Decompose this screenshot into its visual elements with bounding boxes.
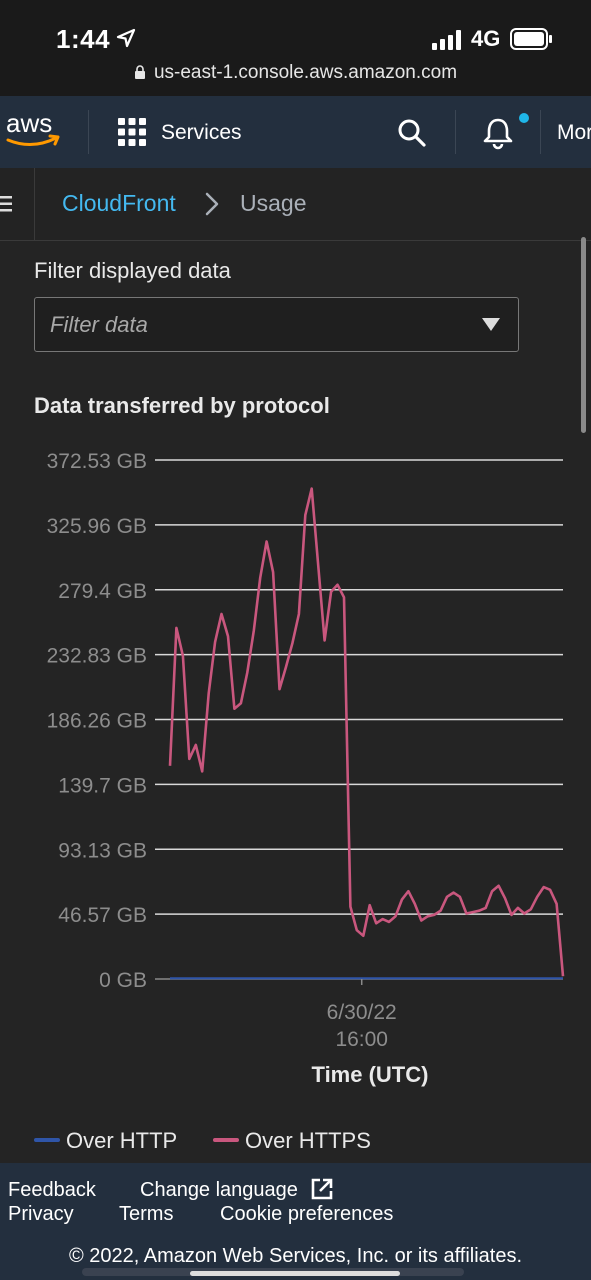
filter-data-select[interactable]: Filter data [34,297,519,352]
chevron-right-icon [205,192,219,216]
home-indicator[interactable] [190,1271,400,1276]
services-grid-icon[interactable] [118,118,146,146]
nav-divider [540,110,541,154]
data-transfer-chart: 372.53 GB 325.96 GB 279.4 GB 232.83 GB 186.2… [47,450,565,1087]
legend-http-label[interactable]: Over HTTP [66,1128,177,1154]
location-arrow-icon [116,28,136,48]
x-axis-label: Time (UTC) [312,1062,429,1087]
notifications-bell-icon[interactable] [482,116,514,150]
breadcrumb-current-page: Usage [240,190,307,216]
nav-divider [455,110,456,154]
footer-cookie-preferences-link[interactable]: Cookie preferences [220,1203,393,1226]
more-menu-button[interactable]: More [557,121,591,145]
y-tick-label: 279.4 GB [58,580,147,603]
services-menu-button[interactable]: Services [161,121,242,145]
legend-http-swatch [34,1138,60,1142]
y-tick-label: 186.26 GB [47,710,147,733]
notification-dot [519,113,529,123]
url-bar[interactable]: us-east-1.console.aws.amazon.com [0,62,591,84]
y-tick-label: 325.96 GB [47,515,147,538]
footer-terms-link[interactable]: Terms [119,1203,173,1226]
footer-privacy-link[interactable]: Privacy [8,1203,74,1226]
y-tick-label: 372.53 GB [47,450,147,473]
lock-icon [134,65,145,79]
aws-logo[interactable]: aws [4,110,64,150]
chart-title: Data transferred by protocol [34,393,330,418]
legend-https-swatch [213,1138,239,1142]
footer-feedback-link[interactable]: Feedback [8,1179,96,1202]
y-tick-label: 139.7 GB [58,774,147,797]
copyright-text: © 2022, Amazon Web Services, Inc. or its… [68,1245,523,1267]
menu-hamburger-icon[interactable] [0,195,12,213]
y-tick-label: 93.13 GB [58,839,147,862]
y-tick-label: 0 GB [99,969,147,992]
y-tick-label: 46.57 GB [58,904,147,927]
external-link-icon [311,1178,333,1200]
filter-placeholder: Filter data [50,312,148,337]
legend-https-label[interactable]: Over HTTPS [245,1128,371,1154]
cellular-signal-icon [432,30,461,50]
y-tick-label: 232.83 GB [47,645,147,668]
network-type: 4G [471,26,501,51]
page-scrollbar[interactable] [581,237,586,433]
footer-change-language-link[interactable]: Change language [140,1179,298,1202]
x-tick-label-time: 16:00 [335,1028,388,1051]
ios-status-bar: 1:44 4G us-east-1.console.aws.amazon.com [0,0,591,96]
status-time: 1:44 [56,24,111,54]
caret-down-icon [482,318,500,331]
battery-icon [510,28,552,50]
breadcrumb-cloudfront-link[interactable]: CloudFront [62,190,176,217]
url-text: us-east-1.console.aws.amazon.com [153,62,458,83]
series-line-https [168,487,565,977]
nav-divider [88,110,89,154]
search-icon[interactable] [397,118,427,148]
breadcrumb-divider [34,168,35,240]
x-tick-label-date: 6/30/22 [327,1001,397,1024]
aws-logo-text: aws [6,110,52,138]
filter-label: Filter displayed data [34,258,231,283]
